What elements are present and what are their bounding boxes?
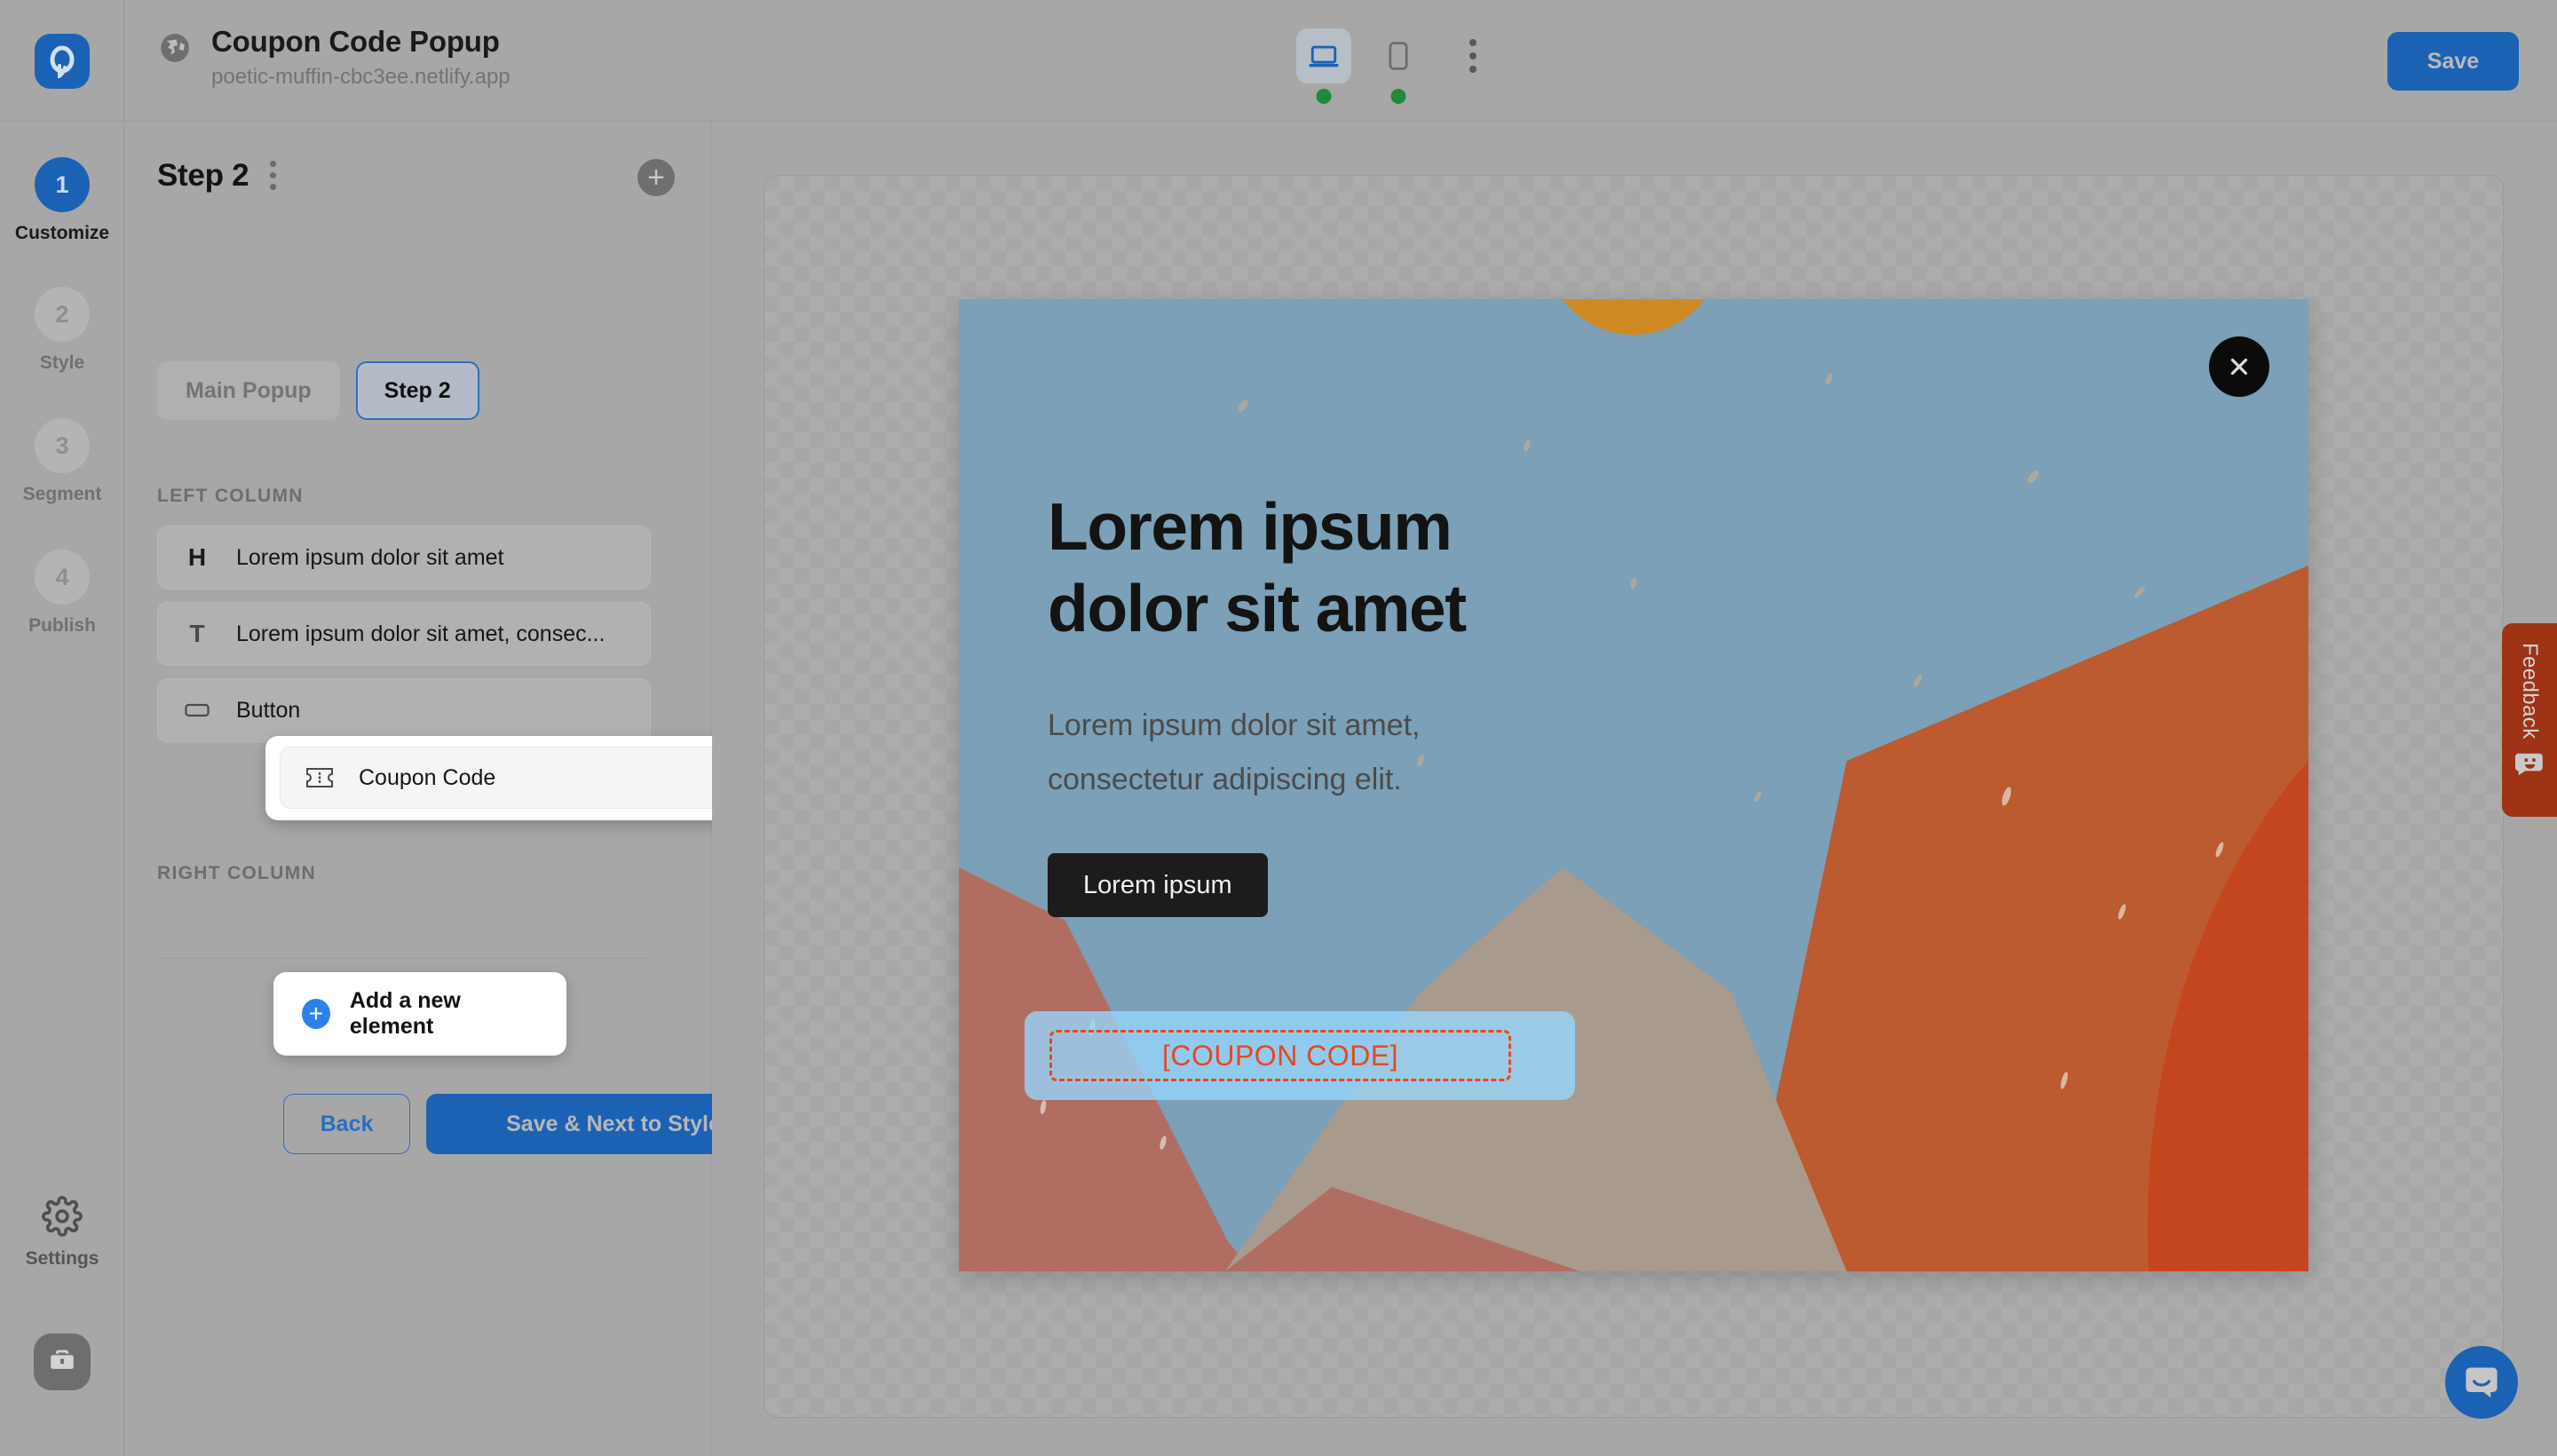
settings-label: Settings	[25, 1248, 99, 1269]
rail-step-number: 4	[35, 550, 90, 605]
list-item-coupon-code[interactable]: Coupon Code	[280, 747, 775, 809]
feedback-smiley-icon	[2515, 752, 2544, 781]
panel-title: Step 2	[157, 157, 249, 193]
heading-icon: H	[187, 543, 207, 571]
app-root: Coupon Code Popup poetic-muffin-cbc3ee.n…	[0, 0, 2557, 1456]
chat-bubble-icon[interactable]	[2445, 1346, 2518, 1419]
device-mobile-button[interactable]	[1371, 28, 1426, 104]
rail-step-label: Customize	[14, 223, 110, 243]
coupon-code-text: [COUPON CODE]	[1161, 1039, 1399, 1072]
popup-cta-button[interactable]: Lorem ipsum	[1048, 853, 1268, 917]
add-new-element-label: Add a new element	[349, 988, 461, 1039]
rail-step-number: 1	[35, 157, 90, 212]
avatar[interactable]	[34, 1333, 91, 1390]
left-column-label: LEFT COLUMN	[157, 486, 304, 506]
popup-heading[interactable]: Lorem ipsum dolor sit amet	[1048, 486, 1580, 649]
device-desktop-button[interactable]	[1296, 28, 1351, 104]
list-item-label: Lorem ipsum dolor sit amet	[236, 544, 504, 570]
text-icon: T	[189, 620, 205, 647]
rail-step-label: Publish	[28, 615, 96, 636]
rail-step-style[interactable]: 2 Style	[0, 287, 124, 374]
step-rail: 1 Customize 2 Style 3 Segment 4 Publish …	[0, 122, 124, 1456]
site-info: Coupon Code Popup poetic-muffin-cbc3ee.n…	[158, 23, 511, 91]
back-button[interactable]: Back	[283, 1094, 410, 1154]
kebab-menu-icon[interactable]	[1445, 28, 1500, 83]
brand-logo-cell[interactable]	[0, 0, 124, 122]
plus-icon: +	[302, 999, 330, 1029]
page-title: Coupon Code Popup	[211, 25, 500, 58]
brand-logo-icon	[34, 33, 90, 89]
list-item-heading[interactable]: H Lorem ipsum dolor sit amet	[157, 526, 651, 590]
device-switcher	[1296, 28, 1500, 104]
kebab-menu-icon[interactable]	[263, 155, 283, 195]
feedback-tab[interactable]: Feedback	[2502, 623, 2557, 817]
editor-panel: Step 2 + Main Popup Step 2 LEFT COLUMN H…	[125, 122, 801, 1456]
coupon-code-placeholder[interactable]: [COUPON CODE]	[1049, 1030, 1511, 1081]
list-item-text[interactable]: T Lorem ipsum dolor sit amet, consec...	[157, 602, 651, 666]
top-bar: Coupon Code Popup poetic-muffin-cbc3ee.n…	[0, 0, 2557, 122]
save-button[interactable]: Save	[2387, 32, 2519, 91]
panel-header: Step 2	[157, 155, 283, 195]
desktop-status-dot	[1316, 89, 1332, 104]
feedback-label: Feedback	[2518, 643, 2542, 740]
gear-icon	[42, 1196, 83, 1240]
tab-step-2[interactable]: Step 2	[355, 361, 479, 420]
sidebar-item-settings[interactable]: Settings	[0, 1196, 124, 1270]
mobile-status-dot	[1390, 89, 1406, 104]
popup-content: Lorem ipsum dolor sit amet Lorem ipsum d…	[1048, 486, 1669, 917]
add-new-element-button[interactable]: + Add a new element	[273, 972, 566, 1056]
rail-step-label: Style	[39, 352, 85, 373]
list-item-label: Lorem ipsum dolor sit amet, consec...	[236, 621, 606, 646]
list-item-label: Coupon Code	[359, 764, 496, 790]
rail-step-publish[interactable]: 4 Publish	[0, 550, 124, 637]
list-item-label: Button	[236, 697, 301, 723]
rail-step-label: Segment	[22, 484, 102, 504]
coupon-ticket-icon	[304, 766, 336, 789]
panel-divider	[157, 958, 651, 959]
button-icon	[181, 701, 213, 719]
globe-icon	[158, 31, 192, 69]
dragged-element-card: Coupon Code	[265, 736, 789, 820]
plus-circle-icon[interactable]: +	[637, 159, 675, 196]
right-column-label: RIGHT COLUMN	[157, 863, 316, 883]
rail-step-number: 2	[35, 287, 90, 342]
list-item-button[interactable]: Button	[157, 678, 651, 742]
popup-subtitle[interactable]: Lorem ipsum dolor sit amet, consectetur …	[1048, 699, 1563, 807]
rail-step-number: 3	[35, 418, 90, 473]
rail-step-segment[interactable]: 3 Segment	[0, 418, 124, 505]
site-url: poetic-muffin-cbc3ee.netlify.app	[211, 65, 511, 89]
popup-preview[interactable]: Lorem ipsum dolor sit amet Lorem ipsum d…	[959, 299, 2308, 1271]
step-tabs: Main Popup Step 2	[157, 361, 479, 420]
briefcase-icon	[47, 1345, 77, 1380]
close-icon[interactable]	[2209, 336, 2269, 397]
tab-main-popup[interactable]: Main Popup	[157, 361, 340, 420]
rail-step-customize[interactable]: 1 Customize	[0, 157, 124, 244]
